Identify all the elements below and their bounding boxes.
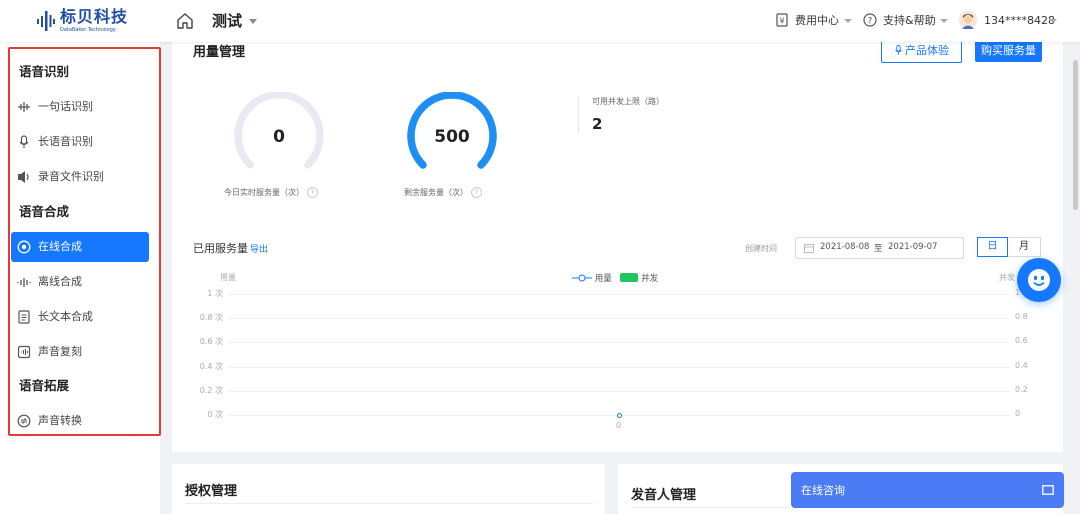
left-tick-label: 0.4 次 (199, 361, 223, 371)
speaker-management-title: 发音人管理 (631, 488, 697, 503)
export-link[interactable]: 导出 (250, 242, 268, 255)
svg-text:?: ? (868, 16, 873, 26)
brand-logo[interactable]: 标贝科技 DataBaker Technology (36, 8, 136, 36)
right-tick-label: 0 (1015, 409, 1021, 418)
top-bar: 标贝科技 DataBaker Technology 测试 ¥ 费用中心 ? 支持… (0, 0, 1080, 42)
chevron-down-icon[interactable] (844, 19, 852, 23)
svg-text:¥: ¥ (779, 17, 784, 26)
home-icon[interactable] (175, 11, 195, 31)
concurrency-limit-label: 可用并发上限（路） (592, 97, 664, 106)
legend-concurrency-marker (620, 273, 639, 282)
chart-legend: 用量 并发 (572, 272, 658, 284)
concurrency-limit-value: 2 (592, 115, 603, 133)
usage-data-point[interactable] (617, 413, 622, 418)
question-icon[interactable]: ? (307, 187, 318, 198)
chart-gridline (229, 318, 1009, 320)
online-consult-bar[interactable]: 在线咨询 (791, 472, 1064, 508)
highlight-box (8, 47, 161, 436)
toggle-day[interactable]: 日 (977, 237, 1008, 257)
divider (631, 507, 791, 508)
buy-service-button[interactable]: 购买服务量 (975, 40, 1042, 62)
divider (578, 97, 579, 132)
chart-gridline (229, 294, 1009, 295)
billing-icon[interactable]: ¥ (775, 13, 789, 27)
right-tick-label: 0.2 (1015, 384, 1028, 394)
left-tick-label: 0 次 (207, 410, 223, 419)
authorization-management-title: 授权管理 (185, 484, 238, 499)
maximize-icon[interactable] (1042, 485, 1054, 495)
chevron-down-icon[interactable] (249, 19, 257, 24)
divider (185, 503, 593, 504)
created-time-label: 创建时间 (745, 244, 777, 253)
today-usage-value: 0 (273, 127, 285, 147)
toggle-month[interactable]: 月 (1008, 237, 1041, 257)
scrollbar[interactable] (1073, 60, 1078, 210)
date-end: 2021-09-07 (888, 242, 938, 252)
legend-usage-marker (572, 274, 592, 282)
billing-center-link[interactable]: 费用中心 (795, 13, 839, 29)
chart-gridline (229, 390, 1009, 392)
microphone-icon (895, 44, 902, 55)
remaining-service-value: 500 (434, 127, 470, 147)
brand-name: 标贝科技 (60, 7, 129, 26)
left-tick-label: 0.6 次 (199, 337, 223, 347)
legend-concurrency-label: 并发 (641, 274, 659, 284)
chatbot-face-icon (1028, 269, 1050, 291)
page-title: 用量管理 (193, 45, 246, 60)
question-icon[interactable]: ? (471, 187, 482, 198)
used-service-title: 已用服务量 (193, 242, 248, 255)
avatar[interactable] (959, 11, 977, 29)
right-axis-label: 并发 (999, 273, 1015, 282)
left-tick-label: 0.2 次 (199, 385, 223, 395)
right-tick-label: 0.8 (1015, 312, 1028, 322)
chevron-down-icon[interactable] (940, 19, 948, 23)
product-experience-label: 产品体验 (905, 44, 949, 57)
logo-wave-icon (37, 11, 55, 31)
date-start: 2021-08-08 (820, 242, 870, 252)
today-usage-label: 今日实时服务量（次）? (224, 187, 318, 198)
help-icon[interactable]: ? (863, 13, 877, 27)
left-axis-label: 用量 (220, 273, 236, 282)
chart-gridline (229, 366, 1009, 368)
chart-gridline (229, 342, 1009, 344)
left-tick-label: 1 次 (207, 289, 223, 298)
date-separator: 至 (874, 244, 883, 254)
right-tick-label: 0.4 (1015, 360, 1028, 370)
brand-name-en: DataBaker Technology (60, 27, 116, 33)
x-tick-label: 0 (616, 421, 622, 430)
chevron-down-icon[interactable] (1049, 19, 1057, 23)
left-tick-label: 0.8 次 (199, 313, 223, 323)
calendar-icon (804, 244, 814, 253)
product-experience-button[interactable]: 产品体验 (881, 40, 962, 63)
remaining-service-label: 剩余服务量（次）? (404, 187, 482, 198)
project-selector[interactable]: 测试 (212, 11, 242, 31)
support-help-link[interactable]: 支持&帮助 (883, 13, 936, 29)
legend-usage-label: 用量 (594, 274, 612, 284)
right-tick-label: 0.6 (1015, 336, 1028, 346)
date-range-picker[interactable]: 2021-08-08 至 2021-09-07 (795, 237, 964, 259)
chat-bot-button[interactable] (1017, 258, 1061, 302)
user-account[interactable]: 134****8428 (984, 13, 1055, 29)
online-consult-label: 在线咨询 (801, 484, 845, 497)
